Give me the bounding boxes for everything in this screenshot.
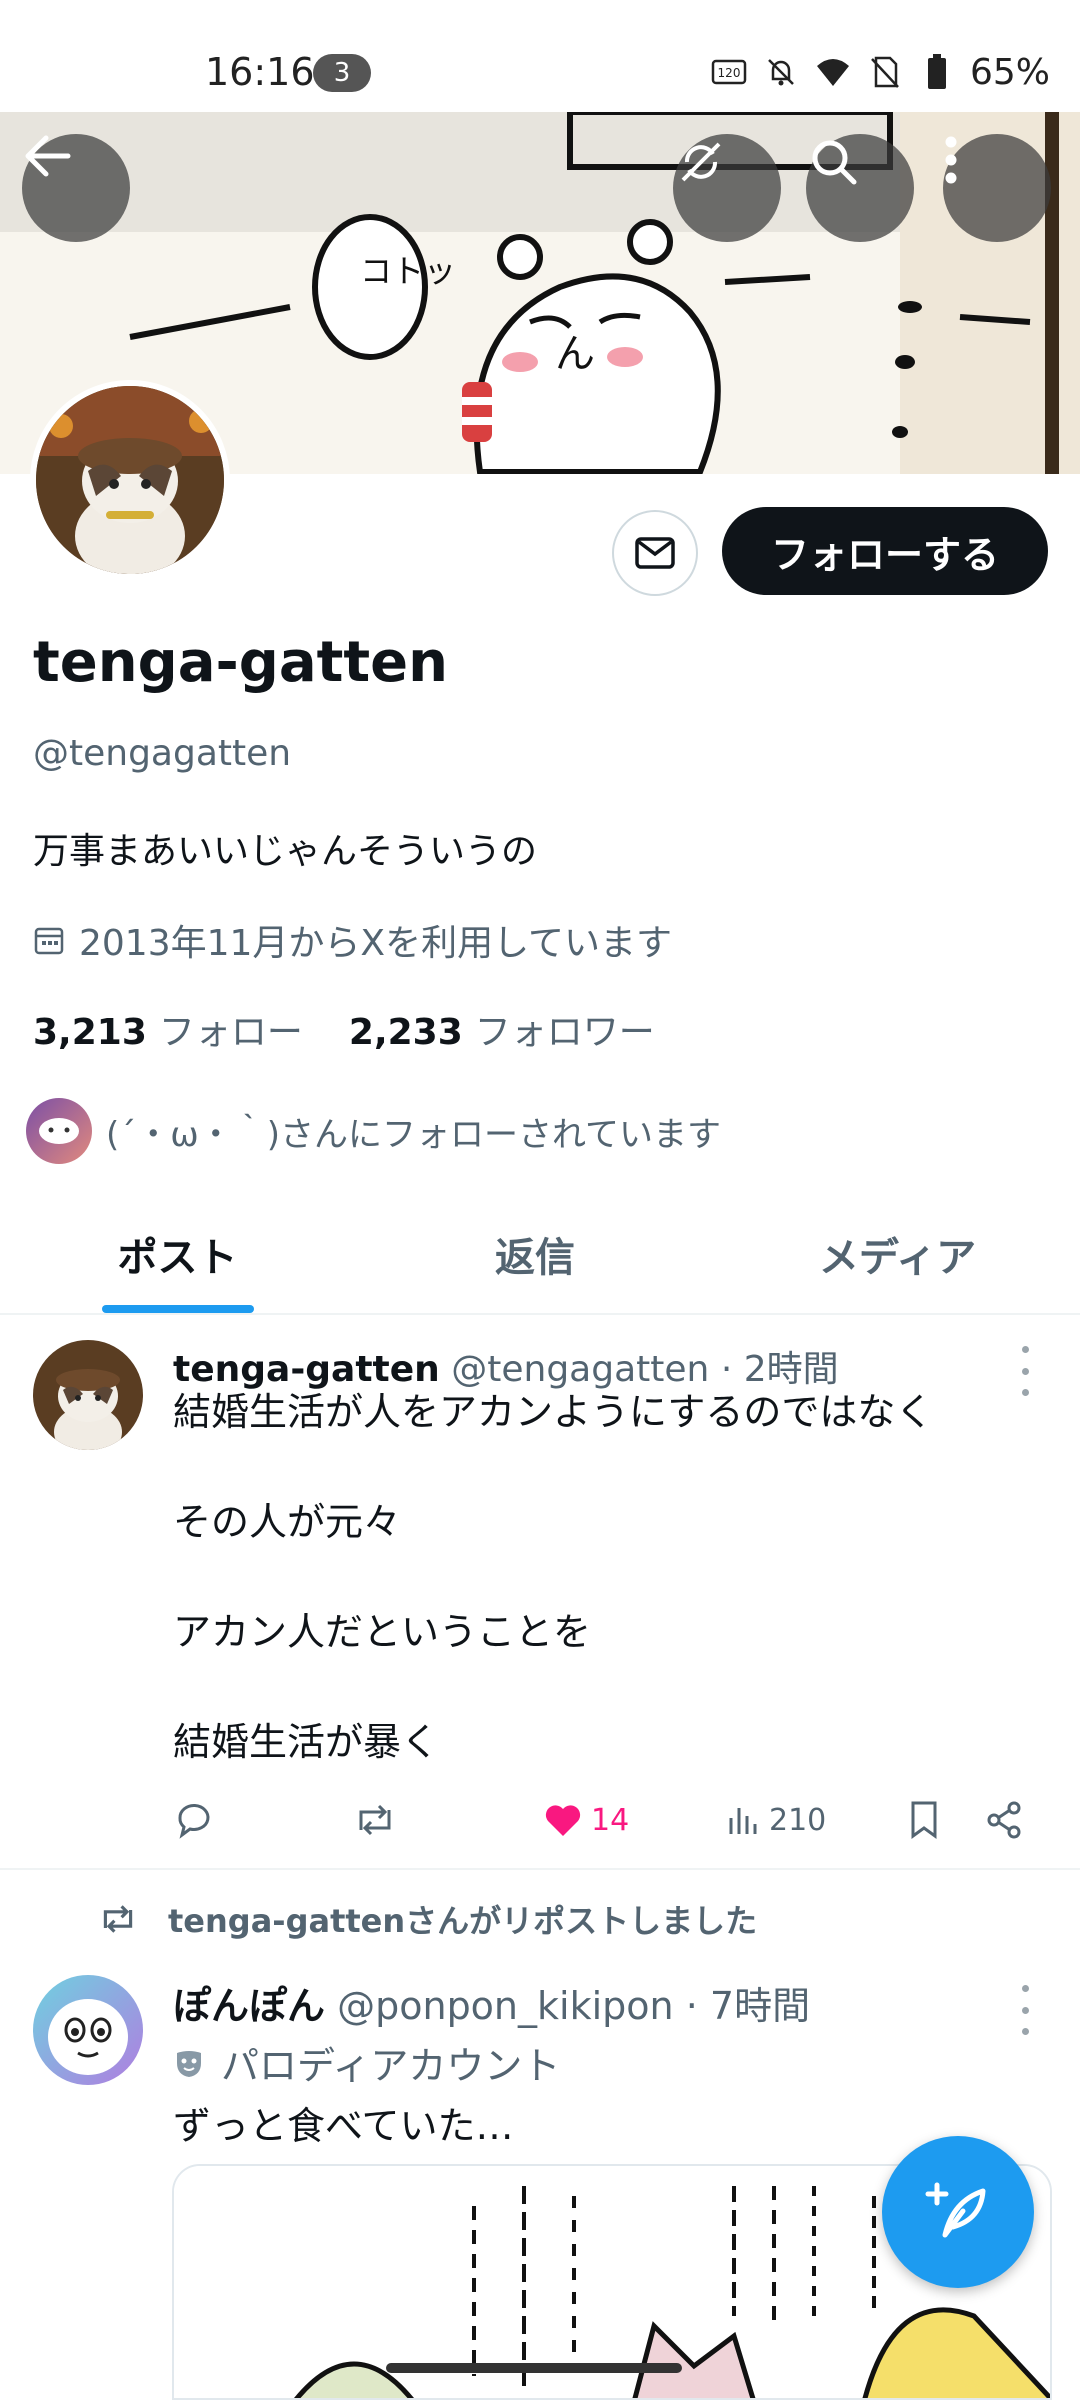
follow-stats: 3,213 フォロー 2,233 フォロワー (33, 1003, 655, 1055)
battery-percent: 65% (969, 51, 1050, 93)
joined-date: 2013年11月からXを利用しています (33, 914, 672, 966)
svg-text:120: 120 (718, 66, 741, 80)
post-more-button[interactable] (1010, 1346, 1040, 1396)
repost-button[interactable] (353, 1790, 397, 1850)
heart-filled-icon (545, 1805, 581, 1836)
status-bar: 16:16 3 120 65% (0, 0, 1080, 112)
repost-icon (359, 1804, 391, 1836)
views-button[interactable]: 210 (725, 1790, 826, 1850)
post-line: アカン人だということを (173, 1610, 592, 1654)
tab-posts-label: ポスト (117, 1235, 238, 1281)
display-name: tenga-gatten (33, 630, 448, 695)
post-line: その人が元々 (173, 1500, 402, 1544)
post-body[interactable]: 結婚生活が人をアカンようにするのではなく その人が元々 アカン人だということを … (173, 1357, 933, 1797)
post-author-avatar[interactable] (33, 1340, 143, 1450)
followed-by-text: (´・ω・｀)さんにフォローされています (106, 1114, 721, 1155)
home-indicator[interactable] (386, 2363, 682, 2373)
status-icons: 120 65% (710, 50, 1050, 94)
post-header: ぽんぽん @ponpon_kikipon · 7時間 (173, 1975, 810, 2030)
followers-link[interactable]: 2,233 フォロワー (349, 1003, 655, 1055)
followers-count: 2,233 (348, 1012, 463, 1053)
profile-bio: 万事まあいいじゃんそういうの (33, 831, 538, 872)
message-button[interactable] (612, 510, 698, 596)
no-translate-icon (681, 142, 721, 182)
no-sim-icon (866, 53, 904, 91)
back-button[interactable] (22, 134, 130, 242)
tab-replies[interactable]: 返信 (355, 1195, 715, 1313)
following-label: フォロー (158, 1012, 303, 1053)
repost-note: tenga-gattenさんがリポストしました (96, 1896, 757, 1942)
compose-post-button[interactable] (882, 2136, 1034, 2288)
post-line: 結婚生活が人をアカンようにするのではなく (173, 1390, 934, 1434)
post-author-handle: @ponpon_kikipon (337, 1984, 674, 2028)
character-avatar-image (48, 1999, 128, 2075)
like-count: 14 (591, 1802, 630, 1838)
post-divider (0, 1868, 1080, 1870)
bookmark-icon (911, 1801, 937, 1839)
status-time: 16:16 (205, 50, 315, 94)
post-timestamp: 7時間 (709, 1984, 811, 2028)
post-author-avatar[interactable] (33, 1975, 143, 2085)
more-vertical-icon (945, 136, 957, 184)
svg-text:コトッ: コトッ (360, 252, 456, 290)
like-button[interactable]: 14 (543, 1790, 629, 1850)
more-options-button[interactable] (943, 134, 1051, 242)
svg-text:ん: ん (555, 331, 595, 377)
tab-posts[interactable]: ポスト (0, 1195, 355, 1313)
post-line: 結婚生活が暴く (173, 1720, 440, 1764)
view-count: 210 (769, 1802, 827, 1838)
mail-icon (635, 537, 675, 569)
search-button[interactable] (806, 134, 914, 242)
arrow-left-icon (25, 135, 71, 177)
followed-by-row[interactable]: (´・ω・｀)さんにフォローされています (26, 1098, 721, 1164)
tab-replies-label: 返信 (495, 1235, 575, 1281)
theater-mask-icon (177, 2050, 201, 2077)
follow-button[interactable]: フォローする (722, 507, 1048, 595)
search-icon (812, 140, 857, 185)
profile-tabs: ポスト 返信 メディア (0, 1195, 1080, 1315)
cat-avatar-image (33, 1340, 143, 1450)
face-icon (39, 1118, 79, 1144)
post-separator: · (685, 1984, 698, 2028)
following-link[interactable]: 3,213 フォロー (33, 1003, 303, 1055)
active-tab-indicator (102, 1305, 254, 1313)
translate-toggle-button[interactable] (673, 134, 781, 242)
repost-icon (103, 1905, 133, 1933)
calendar-icon (34, 927, 64, 955)
parody-label: パロディアカウント (173, 2035, 560, 2090)
post-body[interactable]: ずっと食べていた… (173, 2095, 513, 2150)
post-more-button[interactable] (1010, 1985, 1040, 2035)
post-author-name[interactable]: ぽんぽん (173, 1984, 325, 2028)
profile-avatar[interactable] (30, 380, 230, 580)
compose-feather-icon (925, 2182, 986, 2238)
battery-icon (918, 53, 956, 91)
reply-button[interactable] (174, 1790, 214, 1850)
following-count: 3,213 (33, 1012, 147, 1053)
share-icon (987, 1801, 1021, 1839)
share-button[interactable] (984, 1790, 1024, 1850)
follower-avatar (26, 1098, 92, 1164)
followers-label: フォロワー (474, 1012, 655, 1053)
post-action-bar: 14 210 (170, 1790, 1040, 1850)
joined-text: 2013年11月からXを利用しています (79, 923, 673, 964)
notification-count-badge: 3 (313, 54, 371, 92)
reply-icon (178, 1804, 210, 1839)
wifi-icon (814, 53, 852, 91)
profile-handle: @tengagatten (33, 733, 292, 774)
bell-off-icon (762, 53, 800, 91)
tab-media[interactable]: メディア (715, 1195, 1080, 1313)
parody-label-text: パロディアカウント (221, 2044, 561, 2088)
tab-media-label: メディア (818, 1235, 977, 1281)
bar-chart-icon (729, 1808, 757, 1834)
cat-avatar-image (36, 386, 224, 574)
refresh-rate-icon: 120 (710, 53, 748, 91)
repost-note-text: tenga-gattenさんがリポストしました (168, 1902, 758, 1940)
bookmark-button[interactable] (908, 1790, 940, 1850)
